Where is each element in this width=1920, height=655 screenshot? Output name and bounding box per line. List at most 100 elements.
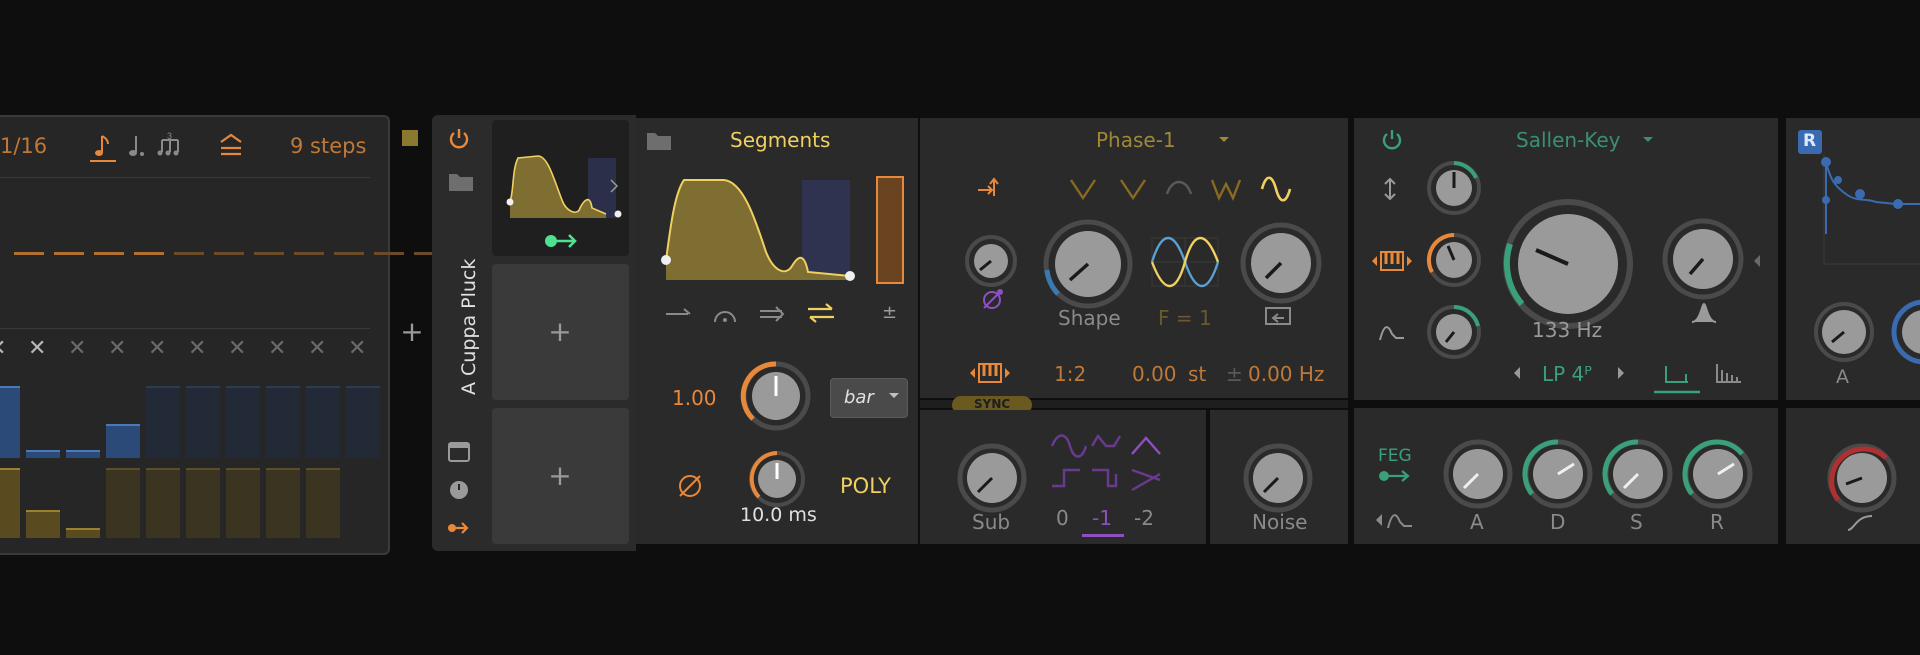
filter-title[interactable]: Sallen-Key bbox=[1516, 128, 1621, 152]
chevron-down-icon[interactable] bbox=[1642, 136, 1654, 144]
right-blue-knob[interactable] bbox=[1888, 296, 1920, 366]
drive-knob[interactable] bbox=[1424, 158, 1484, 218]
octave-minus2[interactable]: -2 bbox=[1134, 506, 1154, 530]
gate-bar[interactable] bbox=[66, 450, 100, 458]
cutoff-knob[interactable] bbox=[1500, 196, 1636, 332]
step-x-mark[interactable]: ✕ bbox=[228, 336, 246, 361]
segment-linear-icon[interactable] bbox=[664, 304, 694, 320]
step-x-mark[interactable]: ✕ bbox=[348, 336, 366, 361]
device-name[interactable]: A Cuppa Pluck bbox=[458, 259, 480, 395]
env-amount-knob[interactable] bbox=[1424, 302, 1484, 362]
gate-bar[interactable] bbox=[306, 386, 340, 458]
step-x-mark[interactable]: ✕ bbox=[68, 336, 86, 361]
segments-amount-knob[interactable] bbox=[738, 358, 814, 434]
velocity-bar[interactable] bbox=[306, 468, 340, 538]
velocity-bar[interactable] bbox=[266, 468, 300, 538]
keyboard-track-icon[interactable] bbox=[1370, 248, 1414, 274]
cutoff-value[interactable]: 133 Hz bbox=[1532, 318, 1602, 342]
feg-knob-a[interactable] bbox=[1440, 436, 1516, 512]
stack-icon[interactable] bbox=[218, 132, 244, 160]
poly-toggle[interactable]: POLY bbox=[840, 474, 891, 498]
envelope-shape-icon[interactable] bbox=[1378, 322, 1406, 342]
velocity-bar[interactable] bbox=[146, 468, 180, 538]
feg-label[interactable]: FEG bbox=[1378, 446, 1412, 466]
amount-knob[interactable] bbox=[1238, 220, 1324, 306]
ratio-value[interactable]: 1:2 bbox=[1054, 362, 1086, 386]
filter-power-icon[interactable] bbox=[1380, 128, 1404, 152]
sub-knob[interactable] bbox=[954, 440, 1030, 516]
step-x-mark[interactable]: ✕ bbox=[308, 336, 326, 361]
keyboard-track-icon[interactable] bbox=[968, 360, 1012, 386]
feg-arrow-icon[interactable] bbox=[1378, 468, 1414, 484]
right-a-knob[interactable] bbox=[1810, 298, 1878, 366]
shape-knob[interactable] bbox=[1040, 216, 1136, 312]
phase-knob[interactable] bbox=[962, 232, 1020, 290]
semitones-value[interactable]: 0.00 bbox=[1132, 362, 1177, 386]
fine-hz-value[interactable]: 0.00 Hz bbox=[1248, 362, 1324, 386]
wave-v2-icon[interactable] bbox=[1118, 176, 1148, 202]
segments-amount-value[interactable]: 1.00 bbox=[672, 386, 717, 410]
note-triplet-icon[interactable]: 3 bbox=[156, 130, 182, 160]
chevron-down-icon[interactable] bbox=[1218, 136, 1230, 144]
window-icon[interactable] bbox=[448, 442, 470, 462]
wave-w-icon[interactable] bbox=[1210, 176, 1242, 202]
segments-thumbnail[interactable] bbox=[500, 150, 625, 220]
filter-mode-value[interactable]: LP 4ᴾ bbox=[1542, 362, 1592, 386]
gate-bar[interactable] bbox=[186, 386, 220, 458]
gate-bar[interactable] bbox=[346, 386, 380, 458]
step-x-mark[interactable]: ✕ bbox=[108, 336, 126, 361]
add-modulator-button[interactable]: + bbox=[548, 462, 572, 490]
rate-value[interactable]: 1/16 bbox=[0, 134, 47, 158]
add-device-button[interactable]: + bbox=[400, 318, 424, 346]
add-modulator-button[interactable]: + bbox=[548, 318, 572, 346]
sub-wave-selector[interactable] bbox=[1048, 432, 1168, 496]
retrigger-icon[interactable] bbox=[1264, 306, 1292, 330]
step-x-mark[interactable]: ✕ bbox=[148, 336, 166, 361]
resonance-knob[interactable] bbox=[1660, 216, 1746, 302]
velocity-bar[interactable] bbox=[26, 510, 60, 538]
gate-bar[interactable] bbox=[266, 386, 300, 458]
octave-minus1[interactable]: -1 bbox=[1092, 506, 1112, 530]
gate-bar[interactable] bbox=[146, 386, 180, 458]
pitch-up-icon[interactable] bbox=[976, 176, 1000, 200]
amp-knob[interactable] bbox=[1824, 440, 1900, 516]
step-x-mark[interactable]: ✕ bbox=[28, 336, 46, 361]
curve-icon[interactable] bbox=[676, 472, 704, 500]
step-x-mark[interactable]: ✕ bbox=[0, 336, 6, 361]
feg-knob-d[interactable] bbox=[1520, 436, 1596, 512]
noise-knob[interactable] bbox=[1240, 440, 1316, 516]
note-sixteenth-icon[interactable] bbox=[86, 132, 118, 164]
keytrack-knob[interactable] bbox=[1424, 230, 1484, 290]
bipolar-toggle[interactable]: ± bbox=[882, 302, 897, 323]
velocity-bar[interactable] bbox=[106, 468, 140, 538]
modulator-green-arrow-icon[interactable] bbox=[544, 232, 580, 250]
feg-knob-r[interactable] bbox=[1680, 436, 1756, 512]
lowpass-view-icon[interactable] bbox=[1652, 360, 1702, 394]
segment-loop-icon[interactable] bbox=[806, 302, 836, 324]
wave-sine-icon[interactable] bbox=[1260, 176, 1292, 202]
gate-bar[interactable] bbox=[26, 450, 60, 458]
curve-shape-icon[interactable] bbox=[1846, 514, 1874, 532]
wave-arch-icon[interactable] bbox=[1164, 176, 1194, 202]
velocity-bar[interactable] bbox=[226, 468, 260, 538]
chevron-left-icon[interactable] bbox=[1512, 366, 1522, 380]
clock-icon[interactable] bbox=[449, 480, 469, 500]
velocity-bar[interactable] bbox=[186, 468, 220, 538]
time-knob[interactable] bbox=[746, 448, 808, 510]
gate-bar[interactable] bbox=[226, 386, 260, 458]
envelope-shape-icon[interactable] bbox=[1374, 510, 1414, 530]
step-x-mark[interactable]: ✕ bbox=[268, 336, 286, 361]
chevron-left-icon[interactable] bbox=[1752, 254, 1762, 268]
gate-bar[interactable] bbox=[106, 424, 140, 458]
segment-hold-icon[interactable] bbox=[712, 304, 738, 324]
feg-knob-s[interactable] bbox=[1600, 436, 1676, 512]
step-x-mark[interactable]: ✕ bbox=[188, 336, 206, 361]
folder-icon[interactable] bbox=[646, 129, 672, 151]
segment-forward-icon[interactable] bbox=[758, 304, 788, 324]
envelope-graph[interactable] bbox=[1816, 150, 1920, 270]
time-value[interactable]: 10.0 ms bbox=[740, 504, 817, 526]
updown-arrows-icon[interactable] bbox=[1382, 176, 1398, 202]
sync-loop-icon[interactable] bbox=[980, 288, 1004, 312]
steps-value[interactable]: 9 steps bbox=[290, 134, 366, 158]
velocity-bar[interactable] bbox=[66, 528, 100, 538]
